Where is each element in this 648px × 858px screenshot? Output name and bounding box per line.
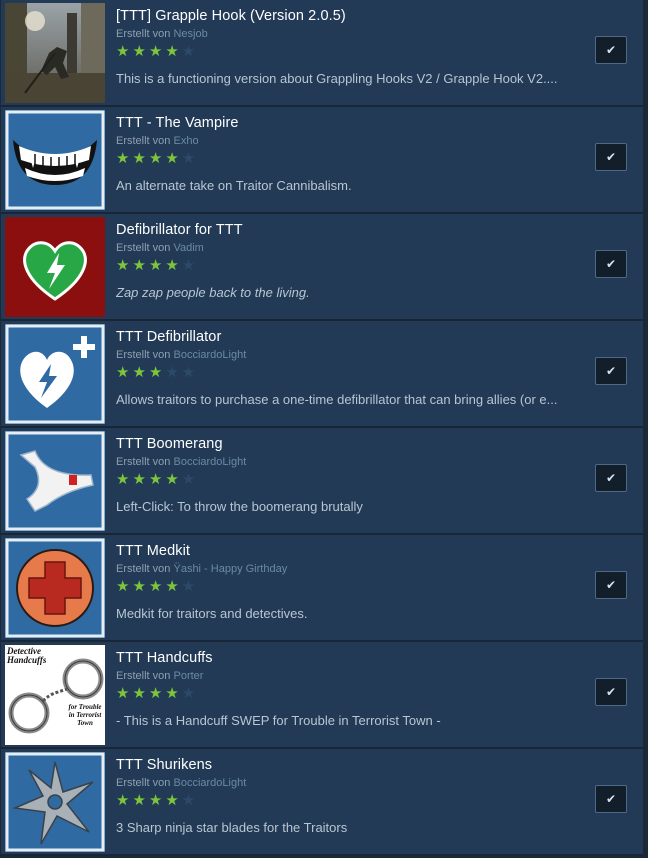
addon-description: An alternate take on Traitor Cannibalism… (116, 178, 352, 193)
addon-author: Erstellt von Porter (116, 670, 203, 682)
enabled-checkbox[interactable]: ✔ (595, 250, 627, 278)
enabled-checkbox[interactable]: ✔ (595, 464, 627, 492)
addon-title[interactable]: TTT Shurikens (116, 757, 212, 773)
author-name[interactable]: Nesjob (173, 28, 207, 40)
grapple-hook-screenshot-icon (5, 3, 105, 103)
author-name[interactable]: Exho (173, 135, 198, 147)
addon-description: This is a functioning version about Grap… (116, 71, 558, 86)
addon-title[interactable]: [TTT] Grapple Hook (Version 2.0.5) (116, 8, 346, 24)
addon-item[interactable]: [TTT] Grapple Hook (Version 2.0.5) Erste… (1, 0, 643, 107)
thumb-bottom-text: for Trouble in Terrorist Town (68, 703, 102, 727)
author-prefix: Erstellt von (116, 563, 171, 575)
rating-stars: ★★★★★ (116, 578, 199, 595)
addon-item[interactable]: TTT Boomerang Erstellt von BocciardoLigh… (1, 428, 643, 535)
addon-author: Erstellt von BocciardoLight (116, 456, 246, 468)
rating-stars: ★★★★★ (116, 43, 199, 60)
addon-item[interactable]: TTT - The Vampire Erstellt von Exho ★★★★… (1, 107, 643, 214)
rating-stars: ★★★★★ (116, 792, 199, 809)
enabled-checkbox[interactable]: ✔ (595, 36, 627, 64)
defibrillator-heart-icon (5, 217, 105, 317)
addon-description: - This is a Handcuff SWEP for Trouble in… (116, 713, 441, 728)
addon-list: [TTT] Grapple Hook (Version 2.0.5) Erste… (0, 0, 648, 858)
addon-author: Erstellt von BocciardoLight (116, 349, 246, 361)
author-prefix: Erstellt von (116, 456, 171, 468)
addon-title[interactable]: TTT Handcuffs (116, 650, 213, 666)
rating-stars: ★★★★★ (116, 150, 199, 167)
addon-author: Erstellt von Ÿashi - Happy Girthday (116, 563, 287, 575)
heart-plus-icon (5, 324, 105, 424)
rating-stars: ★★★★★ (116, 257, 199, 274)
enabled-checkbox[interactable]: ✔ (595, 678, 627, 706)
addon-description: Left-Click: To throw the boomerang bruta… (116, 499, 363, 514)
author-name[interactable]: BocciardoLight (173, 777, 246, 789)
addon-item[interactable]: TTT Shurikens Erstellt von BocciardoLigh… (1, 749, 643, 856)
rating-stars: ★★★★★ (116, 364, 199, 381)
medkit-cross-icon (5, 538, 105, 638)
author-name[interactable]: BocciardoLight (173, 349, 246, 361)
addon-item[interactable]: TTT Medkit Erstellt von Ÿashi - Happy Gi… (1, 535, 643, 642)
author-prefix: Erstellt von (116, 777, 171, 789)
enabled-checkbox[interactable]: ✔ (595, 571, 627, 599)
rating-stars: ★★★★★ (116, 471, 199, 488)
author-name[interactable]: BocciardoLight (173, 456, 246, 468)
addon-title[interactable]: TTT Defibrillator (116, 329, 221, 345)
author-name[interactable]: Ÿashi - Happy Girthday (173, 563, 287, 575)
author-name[interactable]: Vadim (173, 242, 203, 254)
rating-stars: ★★★★★ (116, 685, 199, 702)
addon-description: Allows traitors to purchase a one-time d… (116, 392, 558, 407)
enabled-checkbox[interactable]: ✔ (595, 357, 627, 385)
addon-author: Erstellt von BocciardoLight (116, 777, 246, 789)
thumb-top-text: Detective Handcuffs (7, 646, 47, 665)
addon-description: Zap zap people back to the living. (116, 285, 310, 300)
author-prefix: Erstellt von (116, 670, 171, 682)
addon-description: Medkit for traitors and detectives. (116, 606, 308, 621)
author-prefix: Erstellt von (116, 28, 171, 40)
author-name[interactable]: Porter (173, 670, 203, 682)
author-prefix: Erstellt von (116, 135, 171, 147)
addon-title[interactable]: Defibrillator for TTT (116, 222, 243, 238)
enabled-checkbox[interactable]: ✔ (595, 785, 627, 813)
shuriken-icon (5, 752, 105, 852)
addon-item[interactable]: Defibrillator for TTT Erstellt von Vadim… (1, 214, 643, 321)
boomerang-icon (5, 431, 105, 531)
vampire-teeth-icon (5, 110, 105, 210)
addon-title[interactable]: TTT - The Vampire (116, 115, 239, 131)
addon-description: 3 Sharp ninja star blades for the Traito… (116, 820, 348, 835)
addon-item[interactable]: Detective Handcuffs for Trouble in Terro… (1, 642, 643, 749)
addon-title[interactable]: TTT Boomerang (116, 436, 223, 452)
addon-author: Erstellt von Nesjob (116, 28, 208, 40)
addon-author: Erstellt von Vadim (116, 242, 204, 254)
addon-item[interactable]: TTT Defibrillator Erstellt von Bocciardo… (1, 321, 643, 428)
author-prefix: Erstellt von (116, 349, 171, 361)
enabled-checkbox[interactable]: ✔ (595, 143, 627, 171)
author-prefix: Erstellt von (116, 242, 171, 254)
addon-title[interactable]: TTT Medkit (116, 543, 190, 559)
addon-author: Erstellt von Exho (116, 135, 199, 147)
handcuffs-icon: Detective Handcuffs for Trouble in Terro… (5, 645, 105, 745)
